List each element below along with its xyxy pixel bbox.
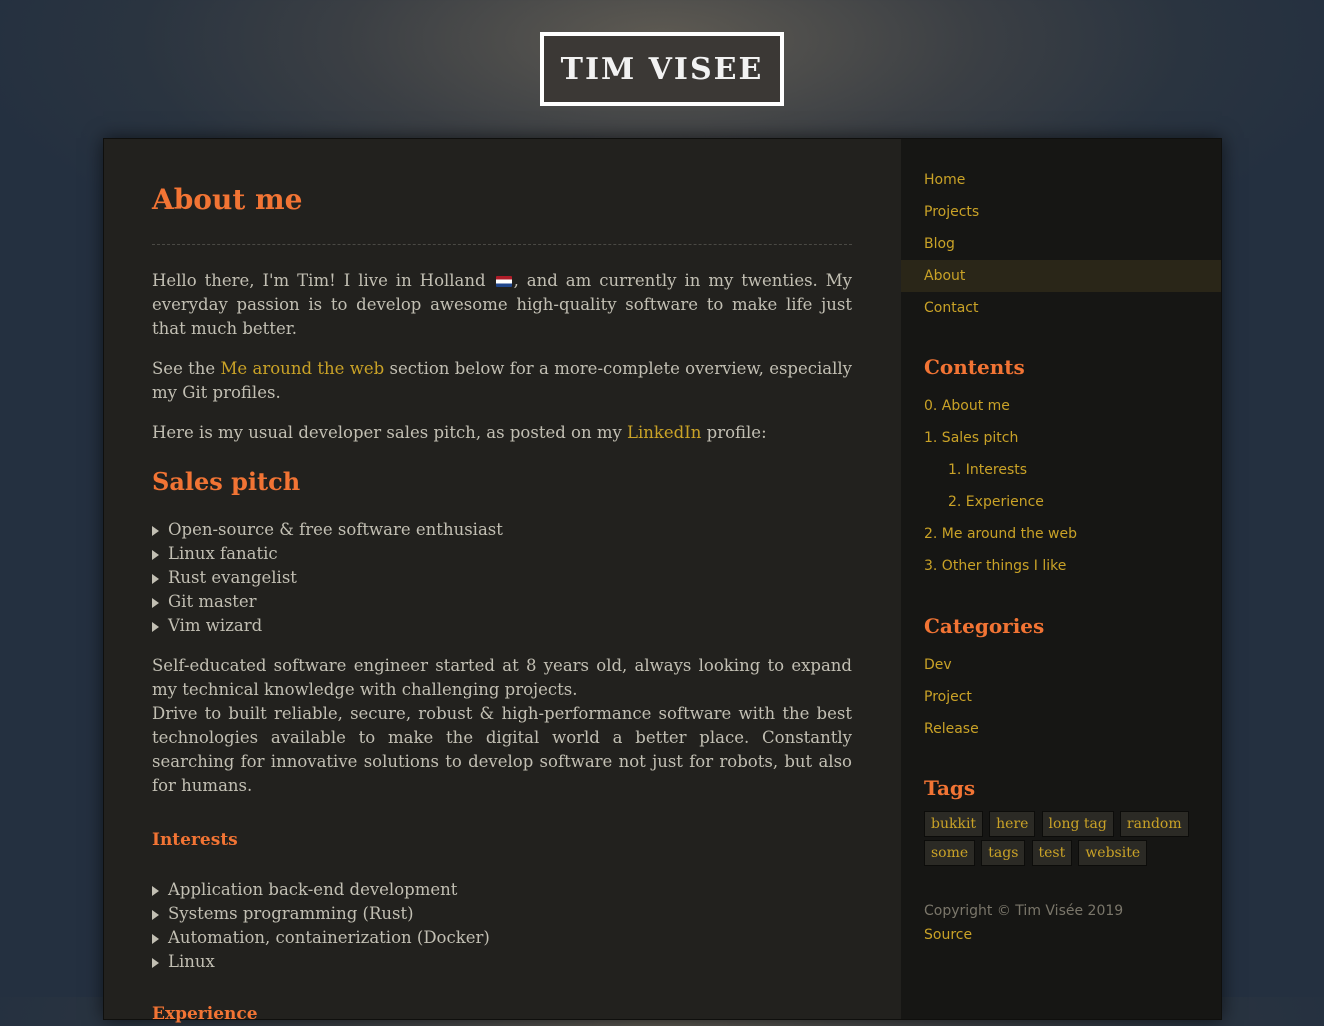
- list-item-text: Linux fanatic: [168, 544, 278, 563]
- netherlands-flag-icon: [495, 276, 512, 287]
- copyright-text: Copyright © Tim Visée 2019: [924, 903, 1124, 919]
- footer: Copyright © Tim Visée 2019 Source: [924, 899, 1123, 947]
- divider: [152, 244, 852, 245]
- tag-here[interactable]: here: [989, 811, 1036, 837]
- bullet-triangle-icon: [152, 934, 159, 944]
- category-release[interactable]: Release: [924, 713, 979, 745]
- list-item-text: Systems programming (Rust): [168, 904, 414, 923]
- list-item: Git master: [152, 590, 852, 614]
- list-item: Automation, containerization (Docker): [152, 926, 852, 950]
- category-project[interactable]: Project: [924, 681, 979, 713]
- list-item: Linux fanatic: [152, 542, 852, 566]
- list-item-text: Linux: [168, 952, 215, 971]
- contents-item-experience[interactable]: 2. Experience: [924, 486, 1077, 518]
- list-item-text: Git master: [168, 592, 257, 611]
- list-item: Open-source & free software enthusiast: [152, 518, 852, 542]
- list-item-text: Vim wizard: [168, 616, 263, 635]
- bullet-triangle-icon: [152, 622, 159, 632]
- contents-item-me-around-web[interactable]: 2. Me around the web: [924, 518, 1077, 550]
- site-logo[interactable]: TIM VISEE: [540, 32, 784, 106]
- page-title: About me: [152, 183, 303, 216]
- bullet-triangle-icon: [152, 526, 159, 536]
- intro2-text-a: See the: [152, 359, 221, 378]
- bullet-triangle-icon: [152, 886, 159, 896]
- summary-paragraph-2: Drive to built reliable, secure, robust …: [152, 704, 852, 795]
- nav-item-contact[interactable]: Contact: [901, 292, 1221, 324]
- experience-heading: Experience: [152, 1004, 258, 1024]
- tags-heading: Tags: [924, 776, 976, 800]
- bullet-triangle-icon: [152, 958, 159, 968]
- intro-text-a: Hello there, I'm Tim! I live in Holland: [152, 271, 494, 290]
- list-item-text: Application back-end development: [168, 880, 458, 899]
- bullet-triangle-icon: [152, 910, 159, 920]
- list-item: Systems programming (Rust): [152, 902, 852, 926]
- linkedin-link[interactable]: LinkedIn: [627, 423, 701, 442]
- tag-bukkit[interactable]: bukkit: [924, 811, 984, 837]
- list-item: Vim wizard: [152, 614, 852, 638]
- bullet-triangle-icon: [152, 574, 159, 584]
- intro-paragraph-1: Hello there, I'm Tim! I live in Holland …: [152, 269, 852, 341]
- content-wrapper: About me Hello there, I'm Tim! I live in…: [103, 138, 1222, 1024]
- summary-paragraph-1: Self-educated software engineer started …: [152, 656, 852, 699]
- tag-tags[interactable]: tags: [981, 840, 1026, 866]
- intro-paragraph-3: Here is my usual developer sales pitch, …: [152, 421, 852, 445]
- list-item: Rust evangelist: [152, 566, 852, 590]
- main-content: About me Hello there, I'm Tim! I live in…: [104, 139, 901, 1024]
- sidebar: Home Projects Blog About Contact Content…: [901, 139, 1221, 1019]
- categories-list: Dev Project Release: [924, 649, 979, 745]
- contents-item-sales-pitch[interactable]: 1. Sales pitch: [924, 422, 1077, 454]
- intro3-text-a: Here is my usual developer sales pitch, …: [152, 423, 628, 442]
- contents-item-other-things[interactable]: 3. Other things I like: [924, 550, 1077, 582]
- nav-item-blog[interactable]: Blog: [901, 228, 1221, 260]
- bullet-triangle-icon: [152, 550, 159, 560]
- main-nav: Home Projects Blog About Contact: [901, 164, 1221, 324]
- categories-heading: Categories: [924, 614, 1045, 638]
- interests-heading: Interests: [152, 830, 238, 850]
- sales-pitch-heading: Sales pitch: [152, 467, 301, 496]
- intro-paragraph-2: See the Me around the web section below …: [152, 357, 852, 405]
- list-item-text: Automation, containerization (Docker): [168, 928, 490, 947]
- tag-test[interactable]: test: [1031, 840, 1073, 866]
- contents-item-interests[interactable]: 1. Interests: [924, 454, 1077, 486]
- source-link[interactable]: Source: [924, 923, 1123, 947]
- me-around-web-link[interactable]: Me around the web: [221, 359, 385, 378]
- list-item-text: Rust evangelist: [168, 568, 297, 587]
- category-dev[interactable]: Dev: [924, 649, 979, 681]
- contents-heading: Contents: [924, 355, 1025, 379]
- nav-item-about[interactable]: About: [901, 260, 1221, 292]
- tag-cloud: bukkit here long tag random some tags te…: [924, 811, 1204, 869]
- tag-website[interactable]: website: [1078, 840, 1148, 866]
- pitch-list: Open-source & free software enthusiast L…: [152, 518, 852, 638]
- contents-list: 0. About me 1. Sales pitch 1. Interests …: [924, 390, 1077, 582]
- tag-some[interactable]: some: [924, 840, 976, 866]
- nav-item-home[interactable]: Home: [901, 164, 1221, 196]
- contents-item-about-me[interactable]: 0. About me: [924, 390, 1077, 422]
- tag-random[interactable]: random: [1119, 811, 1189, 837]
- list-item: Application back-end development: [152, 878, 852, 902]
- nav-item-projects[interactable]: Projects: [901, 196, 1221, 228]
- bullet-triangle-icon: [152, 598, 159, 608]
- intro3-text-b: profile:: [701, 423, 767, 442]
- list-item: Linux: [152, 950, 852, 974]
- list-item-text: Open-source & free software enthusiast: [168, 520, 503, 539]
- tag-long-tag[interactable]: long tag: [1041, 811, 1114, 837]
- interests-list: Application back-end development Systems…: [152, 878, 852, 974]
